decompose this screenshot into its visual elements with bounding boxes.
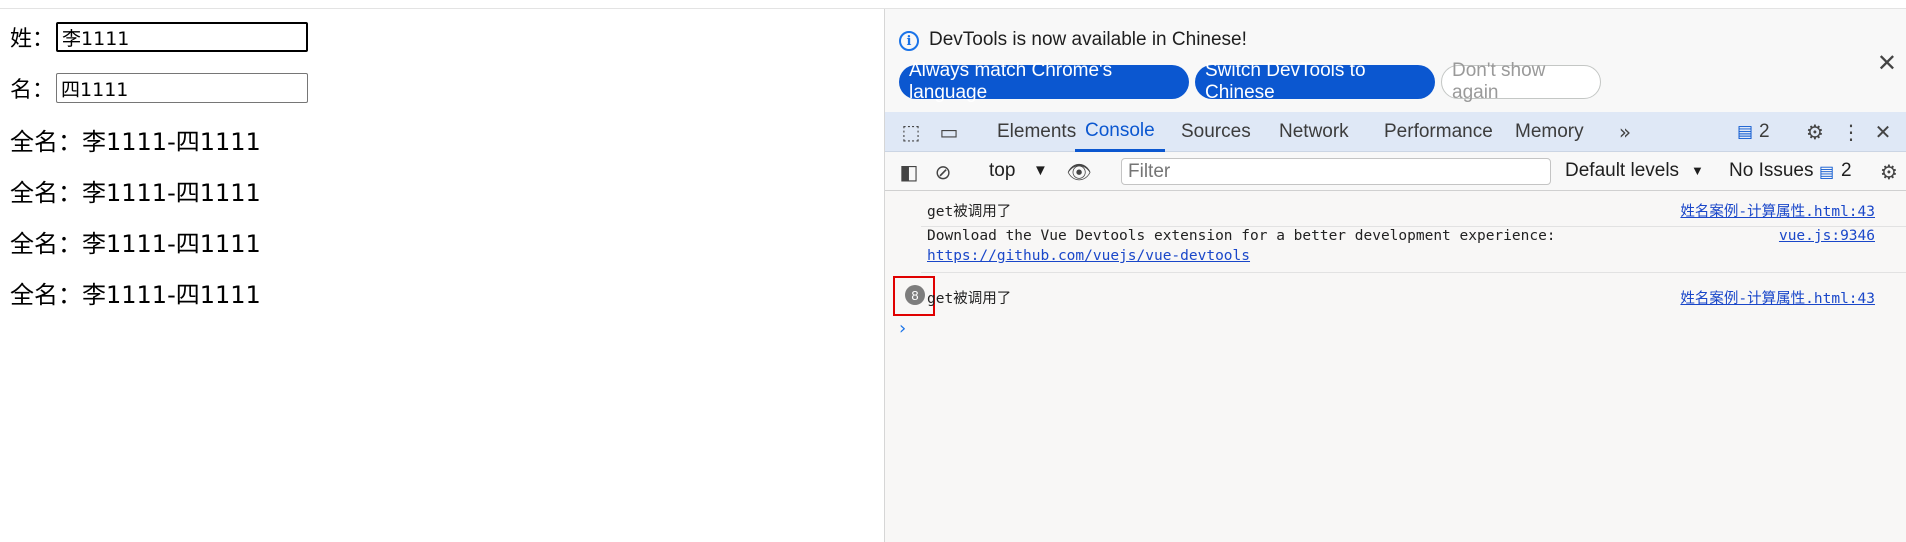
given-row: 名： bbox=[10, 72, 309, 104]
divider bbox=[921, 226, 1906, 227]
console-message: Download the Vue Devtools extension for … bbox=[927, 228, 1556, 244]
close-devtools-icon[interactable]: ✕ bbox=[1871, 120, 1895, 144]
fullname-line: 全名：李1111-四1111 bbox=[10, 281, 261, 309]
divider bbox=[921, 272, 1906, 273]
settings-icon[interactable]: ⚙ bbox=[1803, 120, 1827, 144]
console-prompt-icon[interactable]: › bbox=[899, 318, 906, 339]
dont-show-again-button[interactable]: Don't show again bbox=[1441, 60, 1601, 103]
console-message: get被调用了 bbox=[927, 204, 1012, 220]
inspect-icon[interactable]: ⬚ bbox=[899, 120, 923, 144]
page-content: 姓： 名： 全名：李1111-四1111 全名：李1111-四1111 全名：李… bbox=[0, 9, 884, 542]
sidebar-toggle-icon[interactable]: ◧ bbox=[897, 160, 921, 184]
chevron-down-icon[interactable]: ▼ bbox=[1691, 163, 1704, 178]
message-source-link[interactable]: 姓名案例-计算属性.html:43 bbox=[1680, 287, 1875, 308]
tab-console[interactable]: Console bbox=[1075, 112, 1165, 152]
tab-memory[interactable]: Memory bbox=[1515, 112, 1584, 152]
given-label: 名： bbox=[10, 78, 55, 103]
given-input[interactable] bbox=[56, 73, 309, 103]
browser-top-edge bbox=[0, 0, 1906, 9]
message-icon[interactable]: ▤ bbox=[1733, 120, 1757, 144]
issues-count[interactable]: 2 bbox=[1759, 112, 1770, 152]
tab-network[interactable]: Network bbox=[1279, 112, 1349, 152]
surname-label: 姓： bbox=[10, 27, 55, 52]
more-options-icon[interactable]: ⋮ bbox=[1839, 120, 1863, 144]
match-language-button[interactable]: Always match Chrome's language bbox=[899, 60, 1189, 103]
tab-elements[interactable]: Elements bbox=[997, 112, 1076, 152]
repeat-count-badge: 8 bbox=[905, 285, 925, 305]
info-icon: i bbox=[899, 31, 919, 51]
console-settings-icon[interactable]: ⚙ bbox=[1877, 160, 1901, 184]
banner-title: DevTools is now available in Chinese! bbox=[929, 29, 1247, 50]
filter-input[interactable] bbox=[1121, 158, 1551, 185]
devtools-panel: i DevTools is now available in Chinese! … bbox=[884, 9, 1906, 542]
switch-language-button[interactable]: Switch DevTools to Chinese bbox=[1195, 60, 1435, 103]
device-toggle-icon[interactable]: ▭ bbox=[937, 120, 961, 144]
context-selector[interactable]: top bbox=[989, 160, 1015, 182]
console-message: get被调用了 bbox=[927, 291, 1012, 307]
issues-count-toolbar[interactable]: 2 bbox=[1841, 160, 1852, 182]
chevron-down-icon[interactable]: ▼ bbox=[1033, 162, 1048, 179]
no-issues-label[interactable]: No Issues bbox=[1729, 160, 1813, 182]
fullname-line: 全名：李1111-四1111 bbox=[10, 128, 261, 156]
surname-row: 姓： bbox=[10, 21, 309, 53]
console-toolbar: ◧ ⊘ top ▼ 👁 Default levels ▼ No Issues ▤… bbox=[885, 153, 1906, 191]
more-tabs-icon[interactable]: » bbox=[1613, 120, 1637, 144]
levels-dropdown[interactable]: Default levels bbox=[1565, 160, 1679, 182]
tab-performance[interactable]: Performance bbox=[1384, 112, 1493, 152]
message-source-link[interactable]: vue.js:9346 bbox=[1779, 228, 1875, 244]
close-icon[interactable]: ✕ bbox=[1877, 49, 1897, 77]
clear-console-icon[interactable]: ⊘ bbox=[931, 160, 955, 184]
message-icon[interactable]: ▤ bbox=[1819, 162, 1834, 182]
tab-sources[interactable]: Sources bbox=[1181, 112, 1251, 152]
message-source-link[interactable]: 姓名案例-计算属性.html:43 bbox=[1680, 200, 1875, 221]
fullname-line: 全名：李1111-四1111 bbox=[10, 179, 261, 207]
eye-icon[interactable]: 👁 bbox=[1066, 160, 1091, 184]
surname-input[interactable] bbox=[56, 22, 309, 52]
devtools-tabs: ⬚ ▭ Elements Console Sources Network Per… bbox=[885, 112, 1906, 152]
language-banner: i DevTools is now available in Chinese! … bbox=[885, 9, 1906, 112]
vue-devtools-link[interactable]: https://github.com/vuejs/vue-devtools bbox=[927, 248, 1250, 264]
fullname-line: 全名：李1111-四1111 bbox=[10, 230, 261, 258]
